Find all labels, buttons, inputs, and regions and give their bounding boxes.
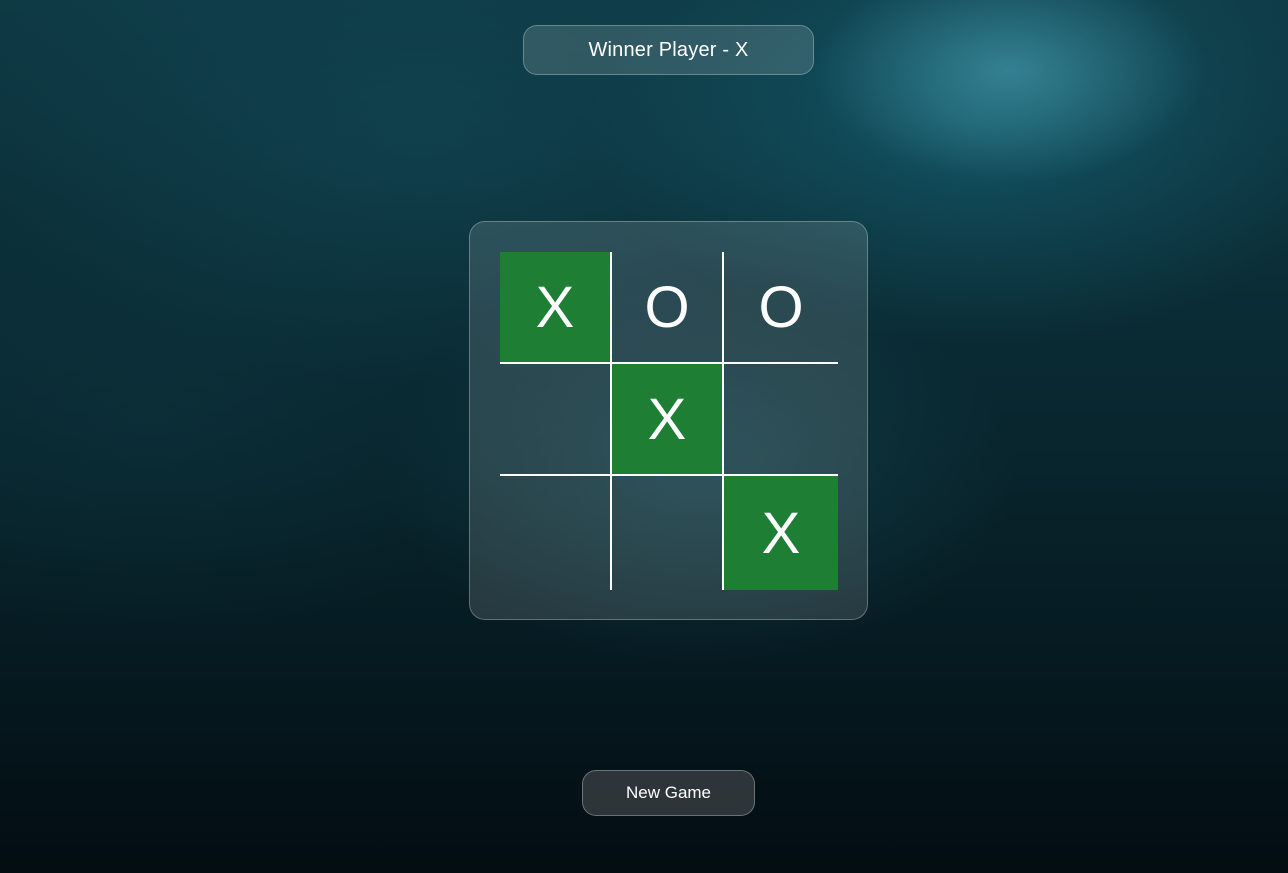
winner-status: Winner Player - X	[523, 25, 814, 75]
board-cell-7[interactable]	[612, 476, 724, 590]
board-cell-4[interactable]: X	[612, 364, 724, 476]
game-board: X O O X X	[500, 252, 838, 590]
game-board-card: X O O X X	[469, 221, 868, 620]
board-cell-2[interactable]: O	[724, 252, 838, 364]
winner-status-text: Winner Player - X	[588, 38, 749, 61]
board-cell-8[interactable]: X	[724, 476, 838, 590]
board-cell-5[interactable]	[724, 364, 838, 476]
board-cell-3[interactable]	[500, 364, 612, 476]
board-cell-6[interactable]	[500, 476, 612, 590]
board-cell-0[interactable]: X	[500, 252, 612, 364]
new-game-button[interactable]: New Game	[582, 770, 755, 816]
board-cell-1[interactable]: O	[612, 252, 724, 364]
